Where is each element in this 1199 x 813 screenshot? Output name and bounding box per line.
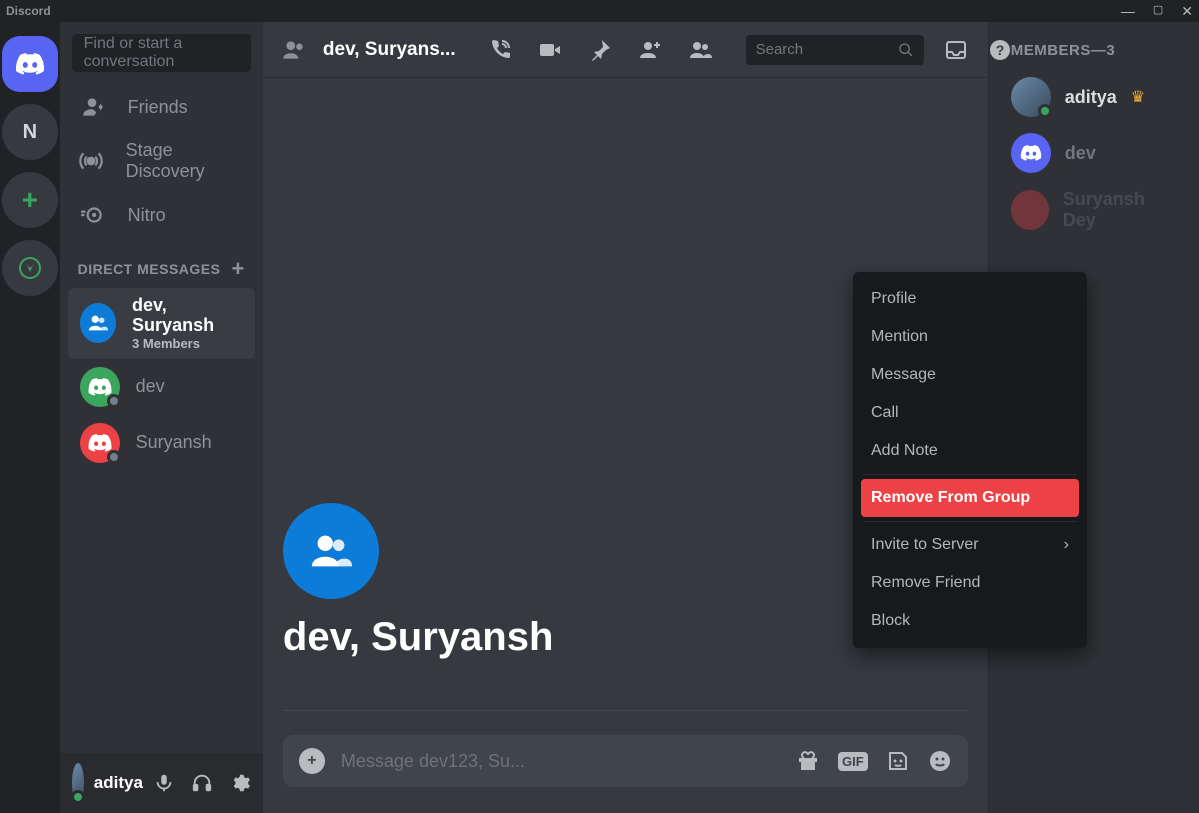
avatar [1011,77,1051,117]
crown-icon: ♛ [1131,87,1145,107]
composer-placeholder: Message dev123, Su... [341,751,780,772]
member-suryansh[interactable]: Suryansh Dey [1003,181,1185,239]
nav-stage-discovery[interactable]: Stage Discovery [60,130,263,192]
window-close-button[interactable]: ✕ [1181,3,1193,20]
find-conversation-placeholder: Find or start a conversation [84,35,239,71]
member-context-menu: Profile Mention Message Call Add Note Re… [853,272,1087,648]
sticker-button[interactable] [886,749,910,773]
ctx-remove-from-group[interactable]: Remove From Group [861,479,1079,517]
avatar [80,367,120,407]
ctx-mention[interactable]: Mention [861,318,1079,356]
nav-friends-label: Friends [128,97,188,118]
avatar [1011,133,1051,173]
start-voice-call-button[interactable] [488,38,512,62]
inbox-button[interactable] [944,38,968,62]
group-avatar-icon [80,303,116,343]
search-input[interactable]: Search [746,35,924,65]
search-placeholder: Search [756,41,804,58]
message-composer[interactable]: + Message dev123, Su... GIF [283,735,968,787]
ctx-block[interactable]: Block [861,602,1079,640]
self-avatar[interactable] [72,763,84,803]
ctx-add-note[interactable]: Add Note [861,432,1079,470]
explore-servers-button[interactable] [2,240,58,296]
start-video-call-button[interactable] [538,38,562,62]
group-header-icon [281,37,307,63]
chat-divider [283,710,968,711]
search-icon [898,42,914,58]
dm-item-dev[interactable]: dev [68,359,255,415]
window-maximize-button[interactable]: ▢ [1153,3,1163,20]
dm-section-header: DIRECT MESSAGES + [60,250,263,288]
ctx-invite-label: Invite to Server [871,536,979,554]
app-brand: Discord [6,4,51,18]
discord-logo-icon [15,53,45,75]
show-member-list-button[interactable] [688,38,712,62]
dm-item-name: dev [136,377,165,397]
member-name: Suryansh Dey [1063,189,1177,231]
gif-button[interactable]: GIF [838,752,868,771]
deafen-button[interactable] [191,772,213,794]
nav-stage-label: Stage Discovery [126,140,245,182]
dm-item-suryansh[interactable]: Suryansh [68,415,255,471]
find-conversation-input[interactable]: Find or start a conversation [72,34,251,72]
pinned-messages-button[interactable] [588,38,612,62]
dm-item-sub: 3 Members [132,336,243,351]
create-dm-button[interactable]: + [232,256,245,282]
member-dev[interactable]: dev [1003,125,1185,181]
member-name: dev [1065,143,1096,164]
member-aditya[interactable]: aditya ♛ [1003,69,1185,125]
compass-icon [18,256,42,280]
channel-sidebar: Find or start a conversation Friends Sta… [60,22,263,813]
nitro-icon [78,202,106,228]
nav-nitro-label: Nitro [128,205,166,226]
server-n[interactable]: N [2,104,58,160]
chevron-right-icon: › [1064,536,1069,554]
add-server-button[interactable]: + [2,172,58,228]
member-name: aditya [1065,87,1117,108]
self-username: aditya [94,773,143,793]
help-button[interactable]: ? [988,38,1012,62]
emoji-button[interactable] [928,749,952,773]
nav-friends[interactable]: Friends [60,84,263,130]
user-settings-button[interactable] [229,772,251,794]
add-friends-to-dm-button[interactable] [638,38,662,62]
composer-attach-button[interactable]: + [299,748,325,774]
ctx-message[interactable]: Message [861,356,1079,394]
avatar [80,423,120,463]
window-titlebar: Discord — ▢ ✕ [0,0,1199,22]
avatar [1011,190,1049,230]
window-minimize-button[interactable]: — [1121,3,1135,20]
stage-icon [78,148,104,174]
user-panel: aditya [60,753,263,813]
server-rail: N + [0,22,60,813]
home-button[interactable] [2,36,58,92]
group-welcome-avatar-icon [283,503,379,599]
friends-icon [78,94,106,120]
dm-item-group[interactable]: dev, Suryansh 3 Members [68,288,255,359]
chat-title: dev, Suryans... [323,39,456,61]
members-heading: MEMBERS—3 [1011,42,1185,59]
dm-item-name: Suryansh [136,433,212,453]
nav-nitro[interactable]: Nitro [60,192,263,238]
chat-header: dev, Suryans... Search ? [263,22,988,78]
dm-item-name: dev, Suryansh [132,296,243,336]
ctx-invite-to-server[interactable]: Invite to Server › [861,526,1079,564]
ctx-separator [863,521,1077,522]
ctx-remove-friend[interactable]: Remove Friend [861,564,1079,602]
ctx-call[interactable]: Call [861,394,1079,432]
ctx-separator [863,474,1077,475]
ctx-profile[interactable]: Profile [861,280,1079,318]
gift-button[interactable] [796,749,820,773]
svg-text:?: ? [995,42,1004,58]
dm-section-label: DIRECT MESSAGES [78,261,221,277]
mute-mic-button[interactable] [153,772,175,794]
